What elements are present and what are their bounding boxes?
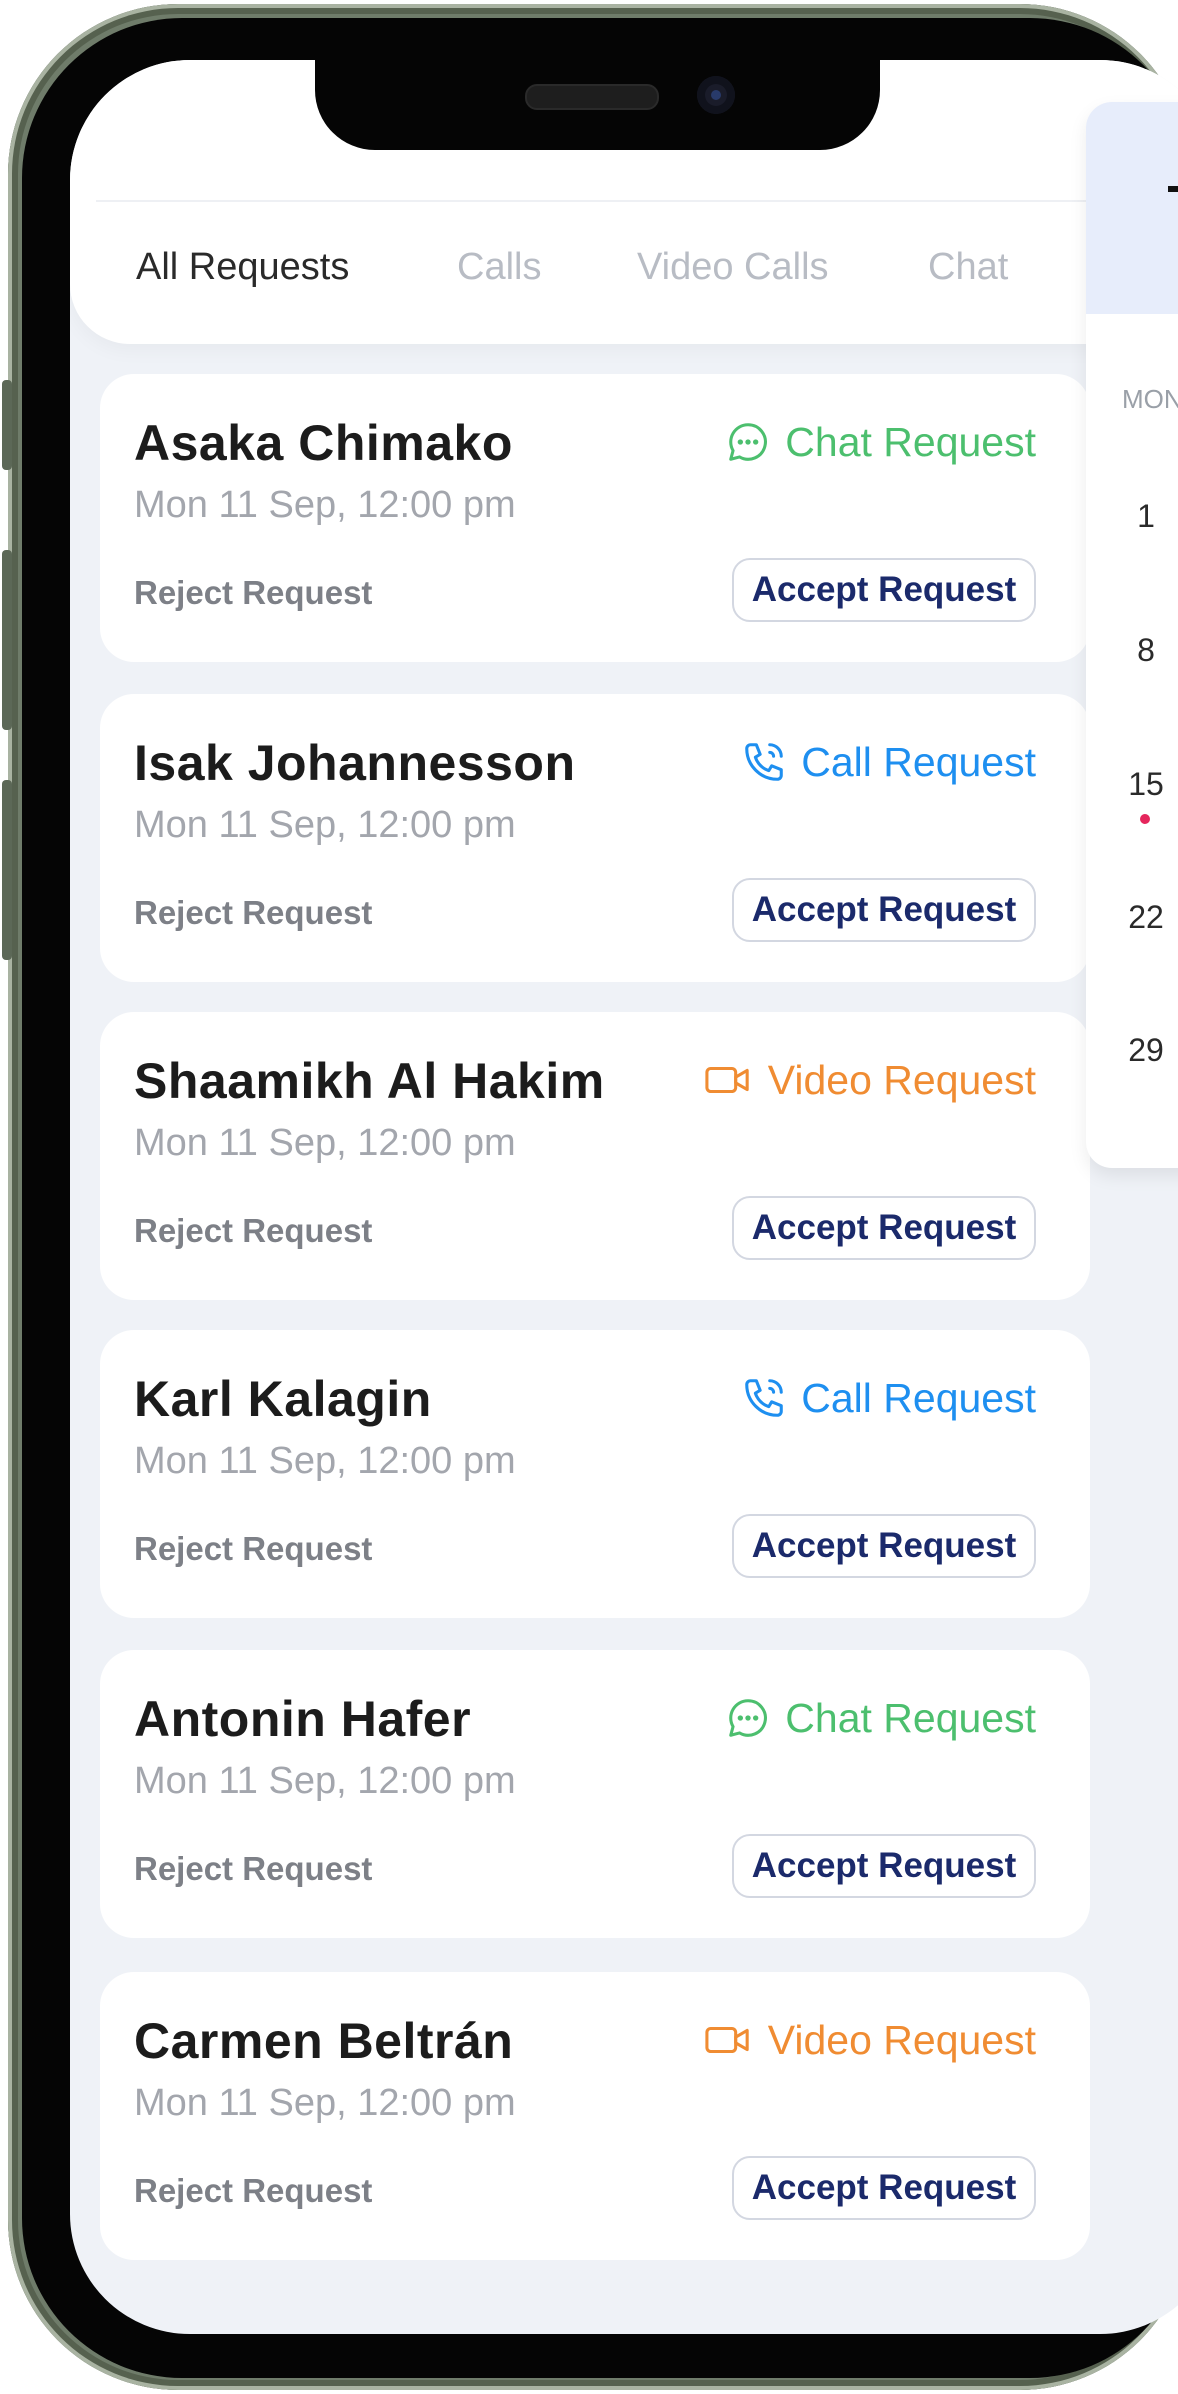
camera-icon <box>697 76 735 114</box>
request-card: Shaamikh Al Hakim Mon 11 Sep, 12:00 pm V… <box>100 1012 1090 1300</box>
request-type-label: Call Request <box>801 1374 1036 1421</box>
request-card: Karl Kalagin Mon 11 Sep, 12:00 pm Call R… <box>100 1330 1090 1618</box>
chat-icon <box>725 419 771 465</box>
notch <box>315 60 880 150</box>
request-type-label: Chat Request <box>785 418 1036 465</box>
volume-up-button <box>2 550 12 730</box>
request-type: Chat Request <box>725 416 1036 468</box>
calendar-day[interactable]: 29 <box>1086 1032 1178 1069</box>
calendar-header <box>1086 102 1178 314</box>
event-dot <box>1140 814 1150 824</box>
request-type-label: Call Request <box>801 738 1036 785</box>
requester-name: Karl Kalagin <box>134 1371 432 1427</box>
chat-icon <box>725 1695 771 1741</box>
video-icon <box>702 2017 754 2063</box>
request-type: Video Request <box>702 2014 1036 2066</box>
request-card: Asaka Chimako Mon 11 Sep, 12:00 pm Chat … <box>100 374 1090 662</box>
calendar-day[interactable]: 8 <box>1086 632 1178 669</box>
reject-request-button[interactable]: Reject Request <box>134 894 372 932</box>
accept-request-button[interactable]: Accept Request <box>732 2156 1036 2220</box>
requester-name: Isak Johannesson <box>134 735 576 791</box>
request-type: Call Request <box>741 736 1036 788</box>
video-icon <box>702 1057 754 1103</box>
request-type: Chat Request <box>725 1692 1036 1744</box>
reject-request-button[interactable]: Reject Request <box>134 1212 372 1250</box>
mute-switch <box>2 380 12 470</box>
request-type: Call Request <box>741 1372 1036 1424</box>
request-time: Mon 11 Sep, 12:00 pm <box>134 1760 516 1802</box>
request-time: Mon 11 Sep, 12:00 pm <box>134 804 516 846</box>
calendar-day[interactable]: 1 <box>1086 498 1178 535</box>
reject-request-button[interactable]: Reject Request <box>134 574 372 612</box>
divider <box>96 200 1096 202</box>
request-time: Mon 11 Sep, 12:00 pm <box>134 2082 516 2124</box>
accept-request-button[interactable]: Accept Request <box>732 1196 1036 1260</box>
requester-name: Shaamikh Al Hakim <box>134 1053 605 1109</box>
calendar-day[interactable]: 22 <box>1086 899 1178 936</box>
accept-request-button[interactable]: Accept Request <box>732 1834 1036 1898</box>
calendar-panel: MON 1 8 15 22 29 <box>1086 102 1178 1168</box>
requester-name: Asaka Chimako <box>134 415 513 471</box>
calendar-day[interactable]: 15 <box>1086 766 1178 803</box>
tab-video-calls[interactable]: Video Calls <box>637 246 829 289</box>
speaker <box>525 84 659 110</box>
requester-name: Antonin Hafer <box>134 1691 472 1747</box>
request-type-label: Video Request <box>767 2016 1036 2063</box>
request-type: Video Request <box>702 1054 1036 1106</box>
tab-chat[interactable]: Chat <box>928 246 1008 289</box>
request-type-label: Video Request <box>767 1056 1036 1103</box>
reject-request-button[interactable]: Reject Request <box>134 1530 372 1568</box>
request-time: Mon 11 Sep, 12:00 pm <box>134 1122 516 1164</box>
request-type-label: Chat Request <box>785 1694 1036 1741</box>
request-card: Antonin Hafer Mon 11 Sep, 12:00 pm Chat … <box>100 1650 1090 1938</box>
accept-request-button[interactable]: Accept Request <box>732 878 1036 942</box>
phone-screen: All Requests Calls Video Calls Chat Asak… <box>70 60 1178 2334</box>
reject-request-button[interactable]: Reject Request <box>134 1850 372 1888</box>
request-card: Carmen Beltrán Mon 11 Sep, 12:00 pm Vide… <box>100 1972 1090 2260</box>
tab-calls[interactable]: Calls <box>457 246 541 289</box>
calendar-weekday: MON <box>1122 384 1178 414</box>
tab-all-requests[interactable]: All Requests <box>136 246 349 289</box>
accept-request-button[interactable]: Accept Request <box>732 1514 1036 1578</box>
accept-request-button[interactable]: Accept Request <box>732 558 1036 622</box>
request-time: Mon 11 Sep, 12:00 pm <box>134 484 516 526</box>
reject-request-button[interactable]: Reject Request <box>134 2172 372 2210</box>
calendar-header-mark <box>1168 186 1178 192</box>
phone-icon <box>741 1375 787 1421</box>
phone-icon <box>741 739 787 785</box>
volume-down-button <box>2 780 12 960</box>
request-time: Mon 11 Sep, 12:00 pm <box>134 1440 516 1482</box>
request-card: Isak Johannesson Mon 11 Sep, 12:00 pm Ca… <box>100 694 1090 982</box>
requester-name: Carmen Beltrán <box>134 2013 514 2069</box>
